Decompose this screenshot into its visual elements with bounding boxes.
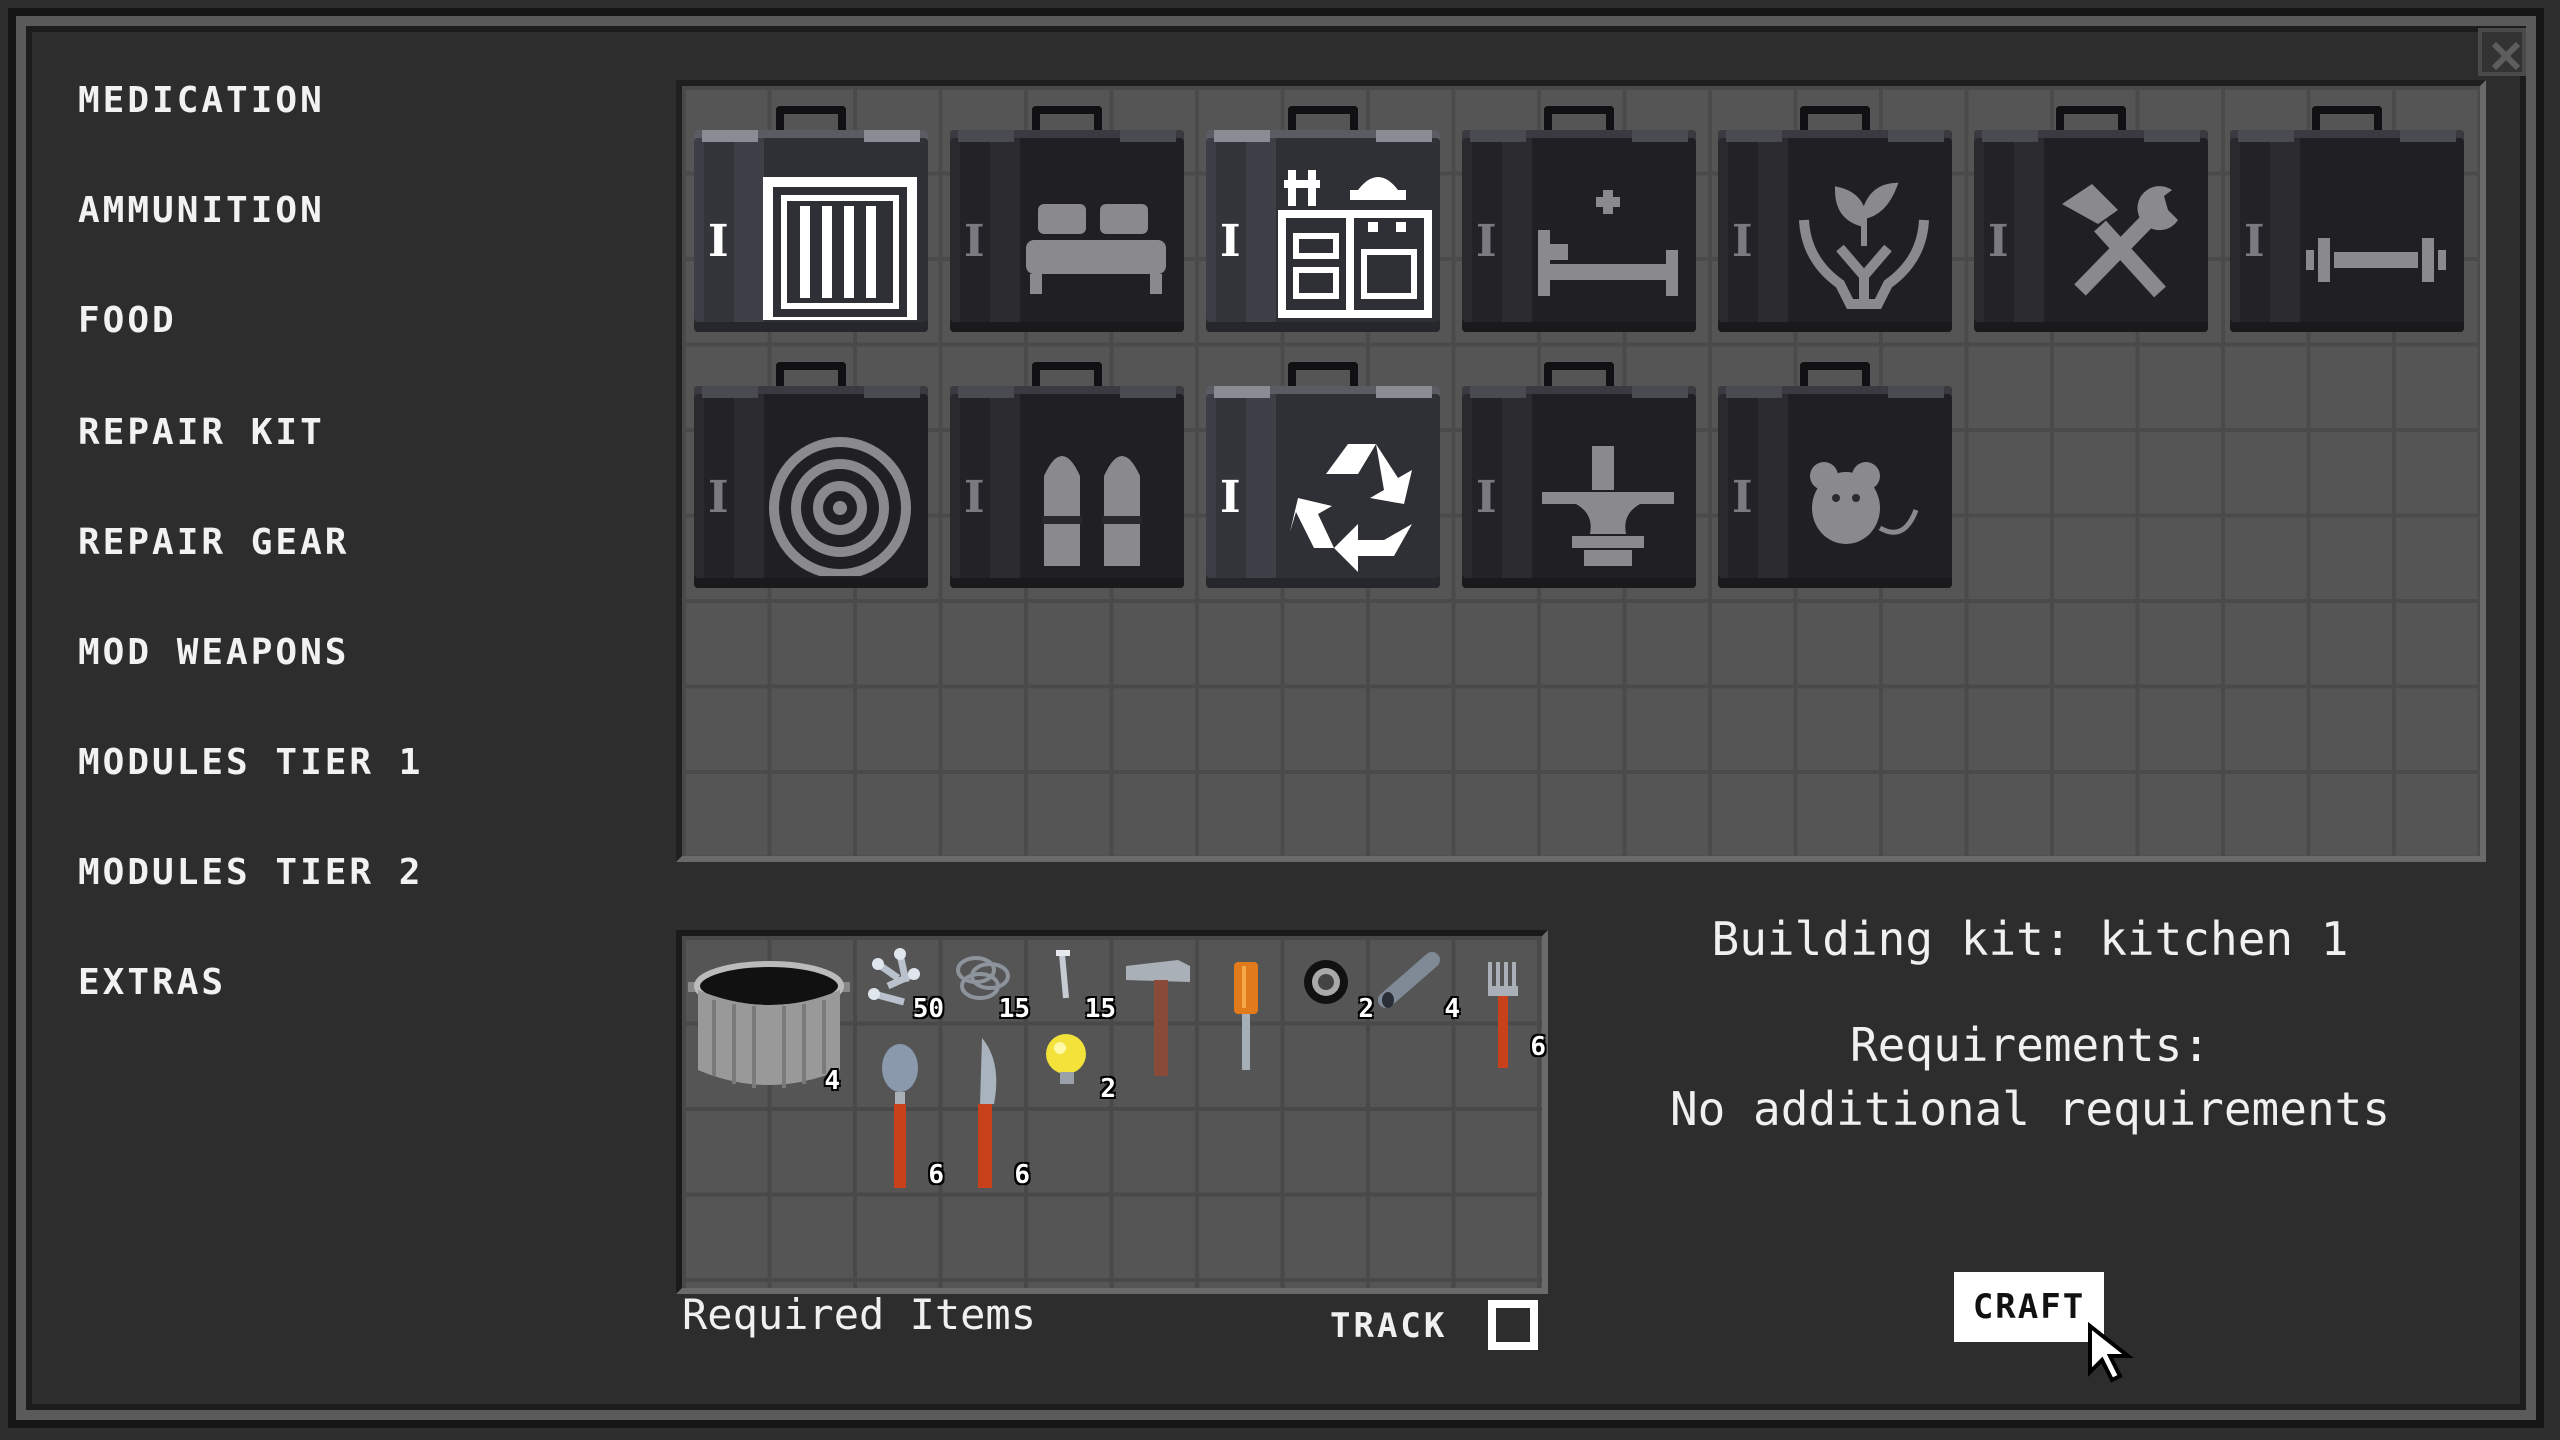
- hammer-wrench-icon: [2062, 184, 2178, 298]
- recipe-kit-kitchen[interactable]: I: [1206, 100, 1440, 332]
- item-quantity: 6: [1530, 1032, 1546, 1062]
- recycle-icon: [1290, 444, 1412, 572]
- close-icon: [2491, 41, 2521, 71]
- mouse-cursor-icon: [2088, 1322, 2134, 1383]
- anvil-icon: [1542, 446, 1674, 566]
- recipe-kit-ammo[interactable]: I: [950, 356, 1184, 588]
- recipe-kit-medical-bed[interactable]: I: [1462, 100, 1696, 332]
- tier-label: I: [1476, 216, 1497, 267]
- tier-label: I: [1732, 216, 1753, 267]
- recipe-kit-anvil[interactable]: I: [1462, 356, 1696, 588]
- category-repair-gear[interactable]: REPAIR GEAR: [78, 522, 349, 563]
- recipe-kit-gym[interactable]: I: [2230, 100, 2464, 332]
- mouse-icon: [1810, 462, 1919, 544]
- item-quantity: 6: [1014, 1160, 1030, 1190]
- category-modules-tier-1[interactable]: MODULES TIER 1: [78, 742, 423, 783]
- recipe-kit-shooting-range[interactable]: I: [694, 356, 928, 588]
- recipe-title: Building kit: kitchen 1: [1711, 912, 2349, 966]
- recipe-kit-workshop[interactable]: I: [1974, 100, 2208, 332]
- recipe-kit-mouse[interactable]: I: [1718, 356, 1952, 588]
- tier-label: I: [1220, 216, 1241, 267]
- required-items-label: Required Items: [682, 1290, 1037, 1339]
- track-checkbox[interactable]: [1488, 1300, 1538, 1350]
- screwdriver-icon: [1234, 962, 1258, 1070]
- target-icon: [769, 437, 911, 576]
- requirements-label: Requirements:: [1849, 1018, 2211, 1072]
- required-item-knife[interactable]: 6: [946, 1030, 1032, 1210]
- dumbbell-icon: [2306, 238, 2446, 282]
- required-item-pot[interactable]: 4: [684, 956, 854, 1126]
- category-mod-weapons[interactable]: MOD WEAPONS: [78, 632, 349, 673]
- bed-icon: [1026, 204, 1166, 294]
- required-item-metal-pipe[interactable]: 4: [1376, 940, 1462, 1026]
- required-item-screwdriver[interactable]: [1204, 956, 1290, 1106]
- tier-label: I: [1732, 472, 1753, 523]
- required-item-nails[interactable]: 15: [1032, 940, 1118, 1026]
- item-quantity: 50: [912, 994, 944, 1024]
- tier-label: I: [2244, 216, 2265, 267]
- bullets-icon: [1042, 456, 1142, 566]
- recipe-kit-prison-bars[interactable]: I: [694, 100, 928, 332]
- hammer-icon: [1126, 960, 1190, 1076]
- tier-label: I: [964, 216, 985, 267]
- tier-label: I: [1988, 216, 2009, 267]
- plant-hands-icon: [1799, 182, 1929, 309]
- tier-label: I: [1476, 472, 1497, 523]
- item-quantity: 6: [928, 1160, 944, 1190]
- required-item-hammer[interactable]: [1118, 950, 1204, 1100]
- required-item-screws[interactable]: 50: [860, 940, 946, 1026]
- category-ammunition[interactable]: AMMUNITION: [78, 190, 325, 231]
- medical-bed-icon: [1538, 190, 1678, 296]
- tier-label: I: [1220, 472, 1241, 523]
- recipe-kit-bed[interactable]: I: [950, 100, 1184, 332]
- required-item-wire[interactable]: 15: [946, 940, 1032, 1026]
- required-item-duct-tape[interactable]: 2: [1290, 940, 1376, 1026]
- fork-icon: [1488, 962, 1518, 1068]
- item-quantity: 4: [1444, 994, 1460, 1024]
- category-medication[interactable]: MEDICATION: [78, 80, 325, 121]
- tier-label: I: [708, 216, 729, 267]
- category-extras[interactable]: EXTRAS: [78, 962, 226, 1003]
- recipe-kit-recycler[interactable]: I: [1206, 356, 1440, 588]
- item-quantity: 4: [824, 1066, 840, 1096]
- item-quantity: 2: [1358, 994, 1374, 1024]
- requirements-value: No additional requirements: [1669, 1082, 2391, 1136]
- prison-bars-icon: [763, 177, 917, 320]
- tier-label: I: [708, 472, 729, 523]
- tier-label: I: [964, 472, 985, 523]
- kitchen-icon: [1278, 170, 1432, 318]
- track-label: TRACK: [1330, 1306, 1448, 1346]
- close-button[interactable]: [2478, 28, 2526, 76]
- category-modules-tier-2[interactable]: MODULES TIER 2: [78, 852, 423, 893]
- item-quantity: 15: [998, 994, 1030, 1024]
- required-item-light-bulb[interactable]: 2: [1032, 1020, 1118, 1106]
- required-item-spoon[interactable]: 6: [860, 1040, 946, 1210]
- required-item-fork[interactable]: 6: [1462, 956, 1548, 1106]
- craft-button[interactable]: CRAFT: [1954, 1272, 2104, 1342]
- item-quantity: 2: [1100, 1074, 1116, 1104]
- category-food[interactable]: FOOD: [78, 300, 177, 341]
- recipe-kit-farming[interactable]: I: [1718, 100, 1952, 332]
- category-repair-kit[interactable]: REPAIR KIT: [78, 412, 325, 453]
